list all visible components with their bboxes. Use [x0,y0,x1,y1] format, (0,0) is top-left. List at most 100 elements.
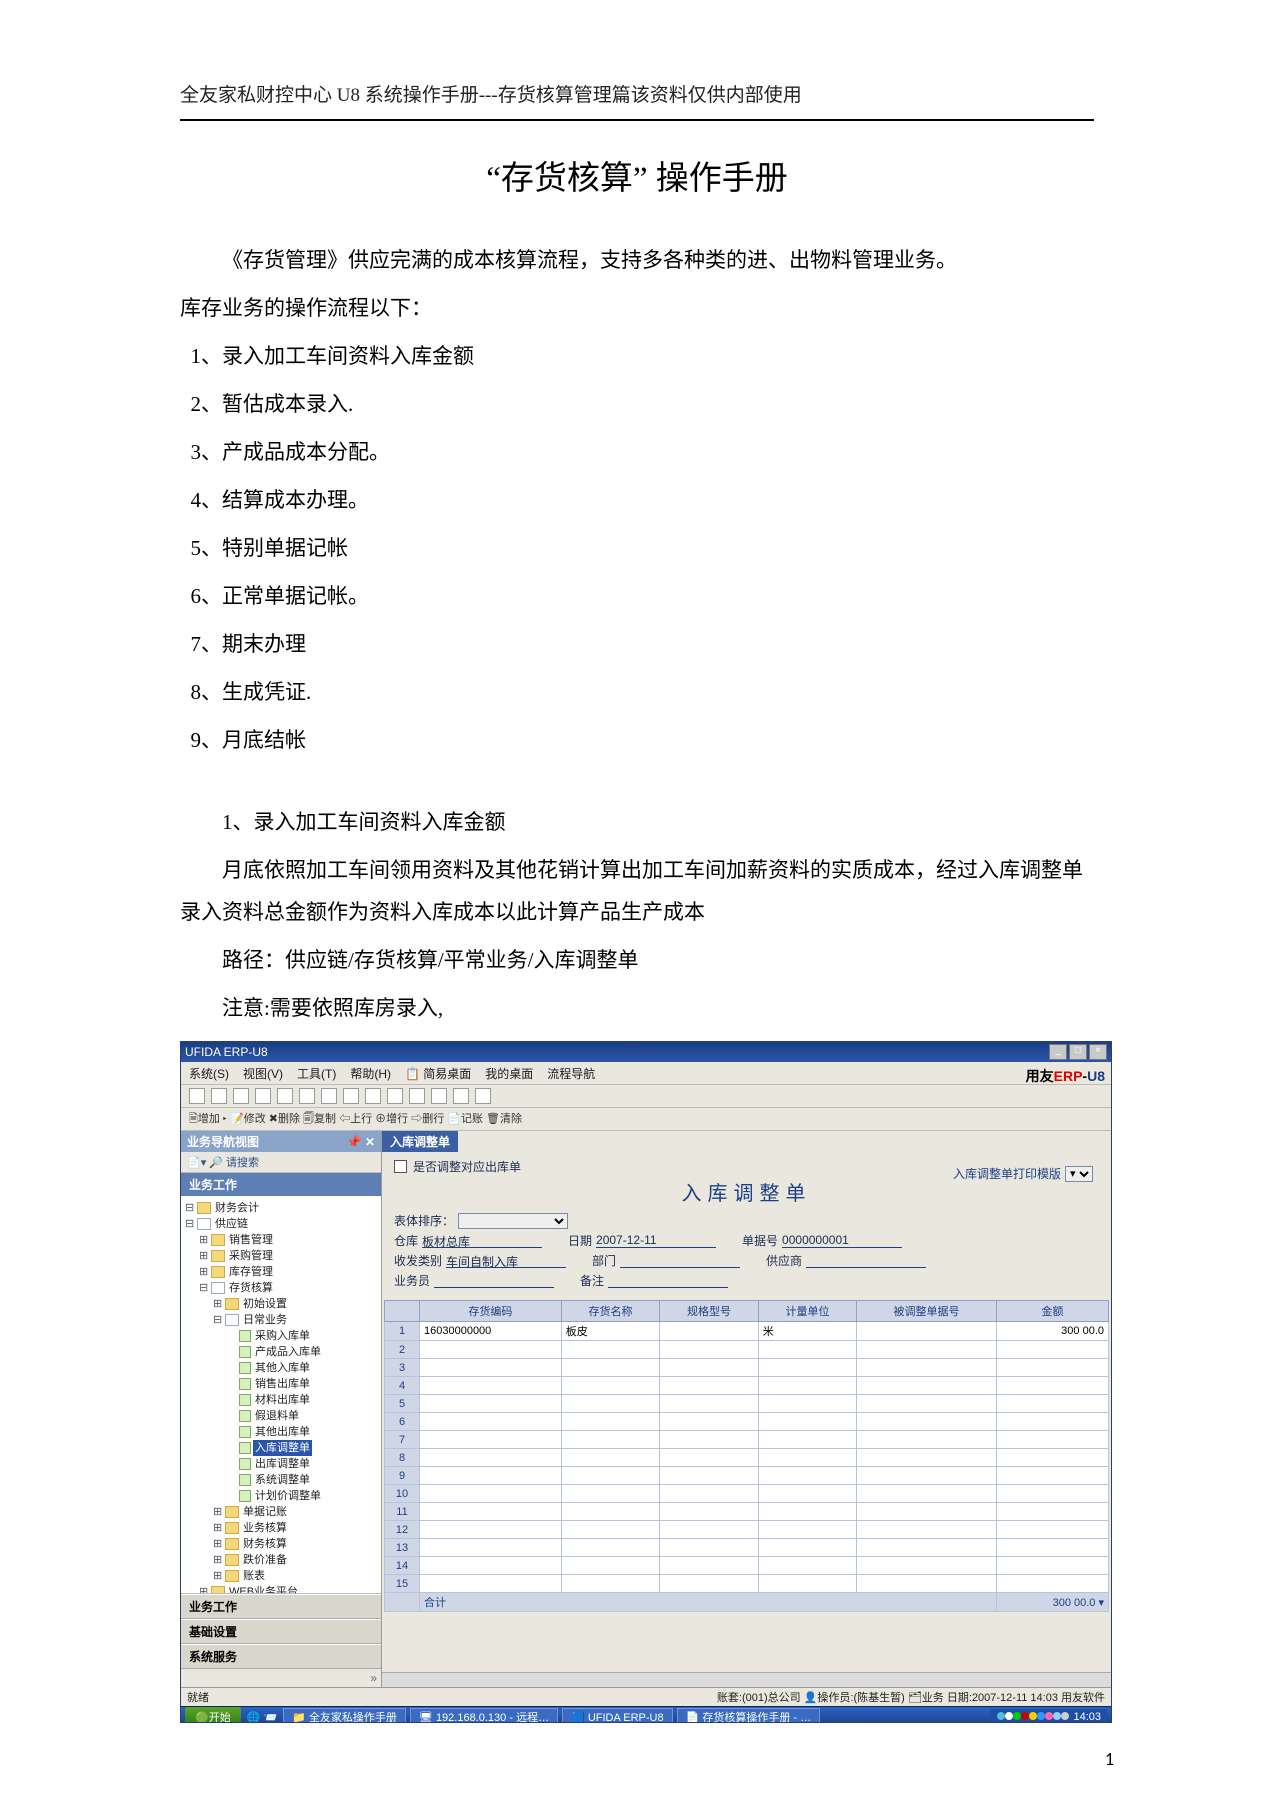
tray-icon[interactable] [1037,1712,1045,1720]
toolbar-icon[interactable] [387,1088,403,1104]
horizontal-scrollbar[interactable] [382,1672,1111,1687]
form-field[interactable]: 业务员 [394,1272,554,1289]
system-tray[interactable]: 14:03 [991,1709,1107,1723]
doc-tab[interactable]: 入库调整单 [382,1131,458,1152]
tree-node[interactable]: ⊞单据记账 [185,1504,377,1520]
menu-item[interactable]: 我的桌面 [485,1065,533,1082]
section1-p1: 月底依照加工车间领用资料及其他花销计算出加工车间加薪资料的实质成本，经过入库调整… [180,849,1094,933]
tree-node[interactable]: 系统调整单 [185,1472,377,1488]
tree-node[interactable]: ⊞业务核算 [185,1520,377,1536]
menu-item[interactable]: 系统(S) [189,1065,229,1082]
toolbar-icon[interactable] [453,1088,469,1104]
tree-node[interactable]: 假退料单 [185,1408,377,1424]
data-grid[interactable]: 存货编码存货名称规格型号计量单位被调整单据号金额116030000000板皮米3… [384,1300,1109,1612]
tree-node[interactable]: ⊞账表 [185,1568,377,1584]
toolbar-icon[interactable] [277,1088,293,1104]
menubar: 系统(S) 视图(V) 工具(T) 帮助(H) 📋 简易桌面我的桌面流程导航 [181,1062,1111,1085]
start-button[interactable]: 🟢 开始 [185,1707,241,1723]
menu-item[interactable]: 流程导航 [547,1065,595,1082]
toolbar-icon[interactable] [189,1088,205,1104]
doc-title: “存货核算” 操作手册 [180,151,1094,199]
toolbar-icon[interactable] [321,1088,337,1104]
tray-icon[interactable] [1053,1712,1061,1720]
tree-node[interactable]: 材料出库单 [185,1392,377,1408]
tree-node[interactable]: 入库调整单 [185,1440,377,1456]
step-8: 8、生成凭证. [191,671,1095,713]
toolbar-icon[interactable] [299,1088,315,1104]
toolbar-icon[interactable] [365,1088,381,1104]
form-field[interactable]: 仓库板材总库 [394,1232,542,1249]
nav-pin-icon[interactable]: 📌 ✕ [347,1135,375,1149]
tree-node[interactable]: ⊞财务核算 [185,1536,377,1552]
tray-icon[interactable] [997,1712,1005,1720]
section1-heading: 1、录入加工车间资料入库金额 [222,801,1094,843]
form-field[interactable]: 部门 [592,1252,740,1269]
nav-section[interactable]: 业务工作 [181,1594,381,1619]
tray-icon[interactable] [1005,1712,1013,1720]
maximize-button[interactable]: □ [1069,1044,1087,1060]
form-field[interactable]: 备注 [580,1272,728,1289]
tree-node[interactable]: 销售出库单 [185,1376,377,1392]
sort-select[interactable] [458,1213,568,1229]
menu-item[interactable]: 工具(T) [297,1065,336,1082]
tree-node[interactable]: 产成品入库单 [185,1344,377,1360]
tree-node[interactable]: ⊞采购管理 [185,1248,377,1264]
nav-category[interactable]: 业务工作 [181,1173,381,1196]
step-1: 1、录入加工车间资料入库金额 [191,335,1095,377]
nav-search[interactable]: 📄▾ 🔎 请搜索 [181,1152,381,1173]
nav-tree[interactable]: ⊟财务会计⊟供应链⊞销售管理⊞采购管理⊞库存管理⊟存货核算⊞初始设置⊟日常业务采… [181,1196,381,1594]
section1-p3: 注意:需要依照库房录入, [180,987,1094,1029]
tray-icon[interactable] [1061,1712,1069,1720]
tray-icon[interactable] [1021,1712,1029,1720]
tree-node[interactable]: 计划价调整单 [185,1488,377,1504]
tree-node[interactable]: ⊟存货核算 [185,1280,377,1296]
quicklaunch[interactable]: 🌐 📨 [247,1711,277,1724]
form-field[interactable]: 收发类别车间自制入库 [394,1252,566,1269]
tree-node[interactable]: ⊟供应链 [185,1216,377,1232]
chk-adjust-out[interactable] [394,1160,407,1173]
minimize-button[interactable]: _ [1049,1044,1067,1060]
toolbar-icon[interactable] [409,1088,425,1104]
menu-item[interactable]: 帮助(H) [350,1065,391,1082]
tray-icon[interactable] [1045,1712,1053,1720]
taskbar-task[interactable]: 🖥 192.168.0.130 - 远程… [410,1708,558,1723]
menu-item[interactable]: 视图(V) [243,1065,283,1082]
toolbar-icon[interactable] [475,1088,491,1104]
tree-node[interactable]: ⊟日常业务 [185,1312,377,1328]
tree-node[interactable]: 出库调整单 [185,1456,377,1472]
tree-node[interactable]: ⊞跌价准备 [185,1552,377,1568]
tree-node[interactable]: ⊞WEB业务平台 [185,1584,377,1594]
intro-2: 库存业务的操作流程以下： [180,287,1094,329]
toolbar-2[interactable]: 🗎增加 ▸ 📝修改 ✖删除 🗐复制 ⇦上行 ⊕增行 ⇨删行 📄记账 🗑清除 [181,1108,1111,1131]
tray-icon[interactable] [1013,1712,1021,1720]
close-button[interactable]: × [1089,1044,1107,1060]
tray-icon[interactable] [1029,1712,1037,1720]
step-2: 2、暂估成本录入. [191,383,1095,425]
tree-node[interactable]: ⊟财务会计 [185,1200,377,1216]
intro-1: 《存货管理》供应完满的成本核算流程，支持多各种类的进、出物料管理业务。 [180,239,1094,281]
tree-node[interactable]: ⊞销售管理 [185,1232,377,1248]
toolbar-icon[interactable] [233,1088,249,1104]
toolbar-icon[interactable] [431,1088,447,1104]
tree-node[interactable]: ⊞初始设置 [185,1296,377,1312]
form-field[interactable]: 供应商 [766,1252,926,1269]
tree-node[interactable]: 采购入库单 [185,1328,377,1344]
taskbar-task[interactable]: 🟦 UFIDA ERP-U8 [562,1708,673,1723]
tree-node[interactable]: 其他出库单 [185,1424,377,1440]
nav-section[interactable]: 基础设置 [181,1619,381,1644]
tree-node[interactable]: 其他入库单 [185,1360,377,1376]
menu-item[interactable]: 📋 简易桌面 [405,1065,471,1082]
nav-section[interactable]: 系统服务 [181,1644,381,1669]
tree-node[interactable]: ⊞库存管理 [185,1264,377,1280]
toolbar-icon[interactable] [255,1088,271,1104]
form-field[interactable]: 日期2007-12-11 [568,1232,716,1249]
erp-screenshot: UFIDA ERP-U8 _ □ × 系统(S)视图(V)工具(T)帮助(H)📋… [180,1041,1112,1723]
print-template-select[interactable]: ▾ [1065,1166,1093,1182]
toolbar-icon[interactable] [211,1088,227,1104]
toolbar-1[interactable] [181,1085,1111,1108]
taskbar-task[interactable]: 📄 存货核算操作手册 - … [677,1708,821,1723]
toolbar-icon[interactable] [343,1088,359,1104]
taskbar-task[interactable]: 📁 全友家私操作手册 [283,1708,406,1723]
step-7: 7、期末办理 [191,623,1095,665]
form-field[interactable]: 单据号0000000001 [742,1232,902,1249]
